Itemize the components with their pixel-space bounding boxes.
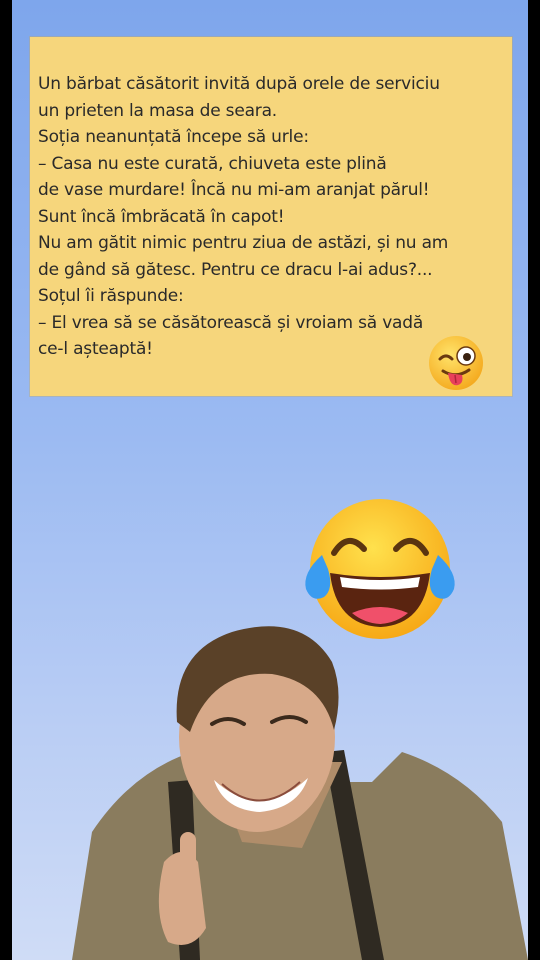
joke-line: Soțul îi răspunde: (38, 286, 184, 306)
joke-line: de gând să gătesc. Pentru ce dracu l-ai … (38, 259, 433, 280)
story-frame: Un bărbat căsătorit invită după orele de… (12, 0, 528, 960)
joke-line: Sunt încă îmbrăcată în capot! (38, 206, 285, 227)
winking-face-with-tongue-icon (429, 336, 483, 390)
joke-line: Un bărbat căsătorit invită după orele de… (38, 74, 440, 94)
joke-line: Nu am gătit nimic pentru ziua de astăzi,… (38, 233, 449, 253)
joke-line: Soția neanunțată începe să urle: (38, 127, 309, 147)
joke-line: un prieten la masa de seara. (38, 100, 278, 121)
joke-text: Un bărbat căsătorit invită după orele de… (38, 71, 508, 363)
laughing-man-photo (72, 626, 528, 960)
joke-line: – Casa nu este curată, chiuveta este pli… (38, 153, 387, 174)
joke-note-card: Un bărbat căsătorit invită după orele de… (30, 37, 512, 396)
joke-line: de vase murdare! Încă nu mi-am aranjat p… (38, 180, 430, 200)
